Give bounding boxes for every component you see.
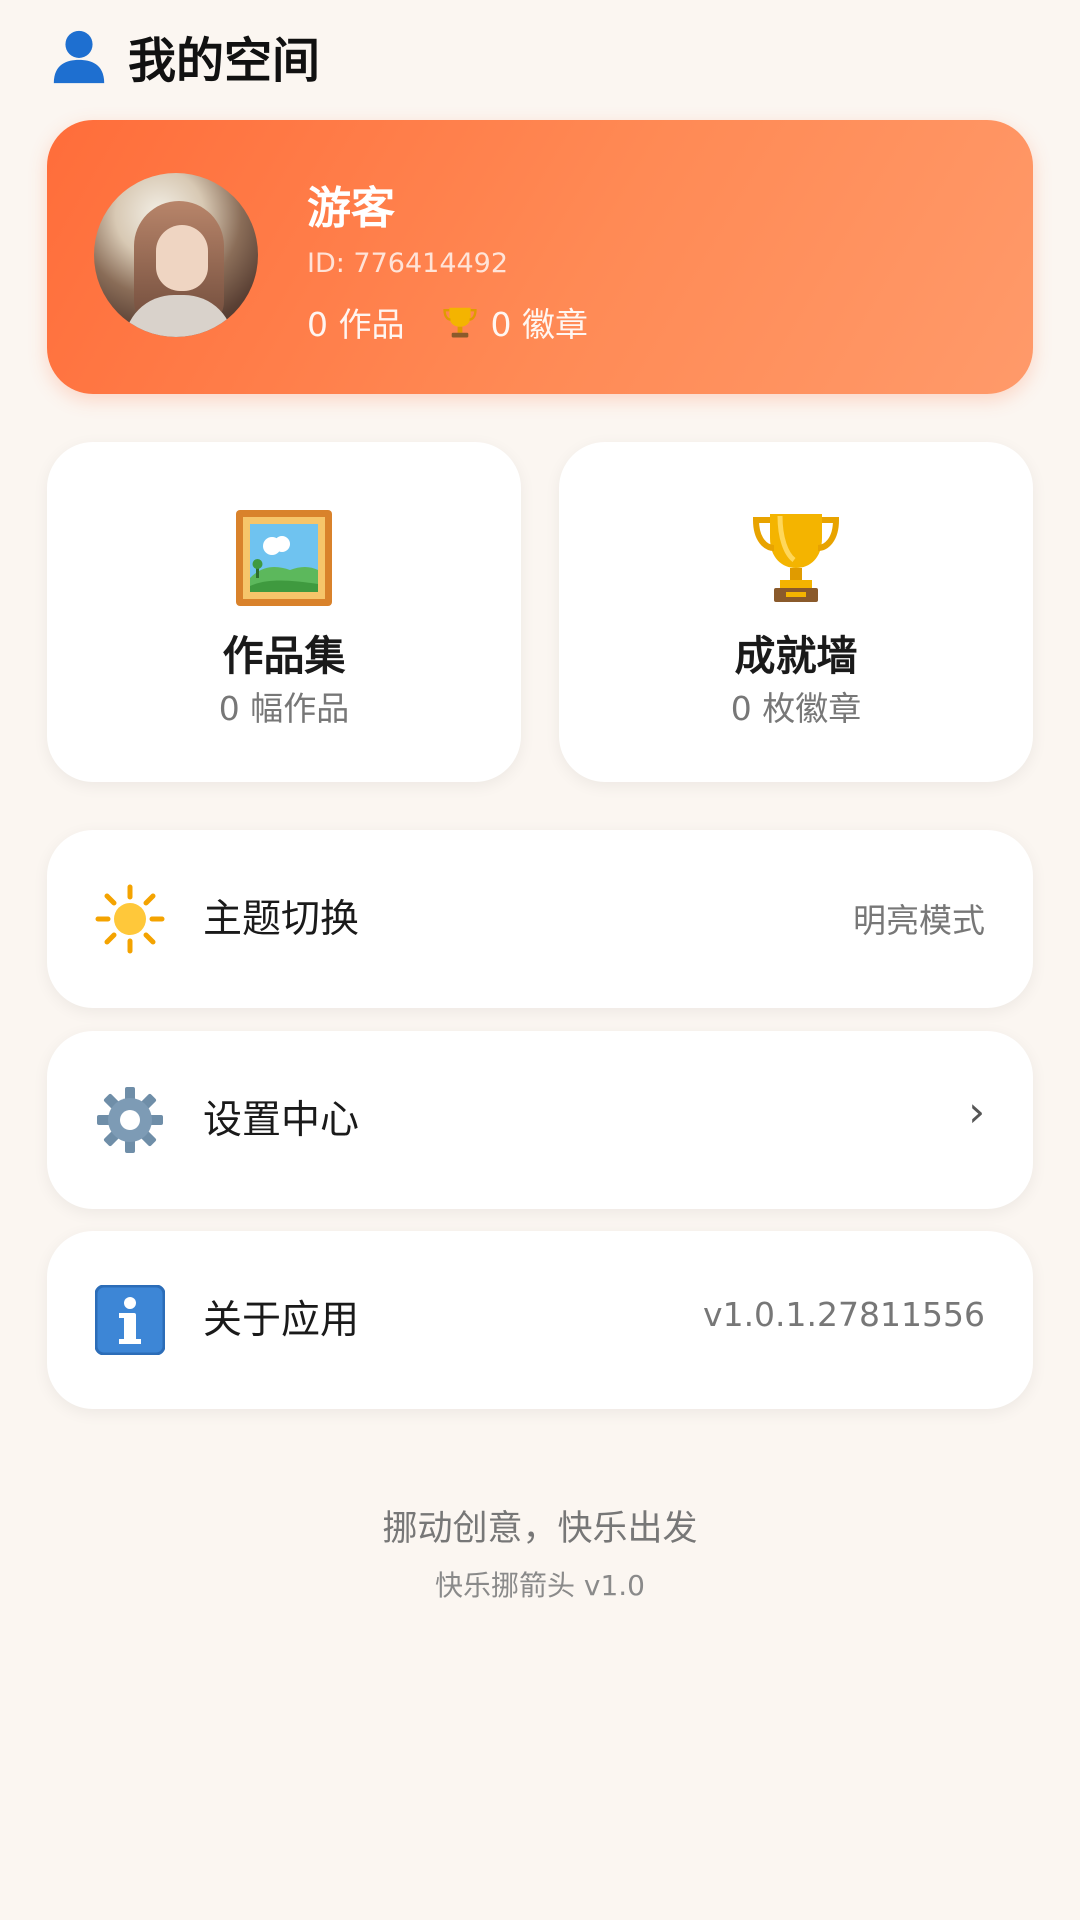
settings-center-row[interactable]: 设置中心 ›: [47, 1031, 1033, 1209]
profile-card[interactable]: 游客 ID: 776414492 0 作品 0 徽章: [47, 120, 1033, 394]
settings-center-label: 设置中心: [203, 1098, 360, 1143]
gear-icon: [97, 1087, 163, 1153]
user-id: ID: 776414492: [307, 248, 509, 279]
my-space-page: 我的空间 游客 ID: 776414492 0 作品 0 徽章 作品集 0 幅作…: [0, 0, 1080, 1920]
achievement-wall-card[interactable]: 成就墙 0 枚徽章: [559, 442, 1033, 782]
username: 游客: [307, 183, 395, 234]
gallery-title: 作品集: [222, 632, 346, 680]
about-app-row[interactable]: 关于应用 v1.0.1.27811556: [47, 1231, 1033, 1409]
achievement-wall-title: 成就墙: [734, 632, 858, 680]
page-header: 我的空间: [48, 22, 320, 90]
works-count: 0 作品: [307, 305, 405, 344]
footer-version: 快乐挪箭头 v1.0: [434, 1569, 645, 1602]
page-title: 我的空间: [128, 33, 321, 89]
info-icon: [95, 1285, 165, 1355]
theme-switch-row[interactable]: 主题切换 明亮模式: [47, 830, 1033, 1008]
theme-switch-label: 主题切换: [203, 897, 360, 942]
achievement-wall-subtitle: 0 枚徽章: [730, 689, 862, 728]
chevron-right-icon: ›: [968, 1087, 985, 1136]
trophy-icon: [442, 307, 477, 338]
theme-mode-value: 明亮模式: [853, 901, 985, 940]
trophy-icon: [752, 514, 840, 602]
sun-icon: [95, 884, 165, 954]
avatar[interactable]: [94, 173, 258, 337]
profile-stats: 0 作品 0 徽章: [307, 298, 588, 346]
user-silhouette-icon: [53, 30, 105, 84]
app-version-value: v1.0.1.27811556: [703, 1295, 985, 1334]
about-app-label: 关于应用: [203, 1298, 360, 1343]
badges-count: 0 徽章: [490, 305, 589, 344]
footer-slogan: 挪动创意，快乐出发: [382, 1509, 698, 1549]
gallery-subtitle: 0 幅作品: [218, 689, 350, 728]
framed-picture-icon: [236, 510, 332, 606]
gallery-card[interactable]: 作品集 0 幅作品: [47, 442, 521, 782]
